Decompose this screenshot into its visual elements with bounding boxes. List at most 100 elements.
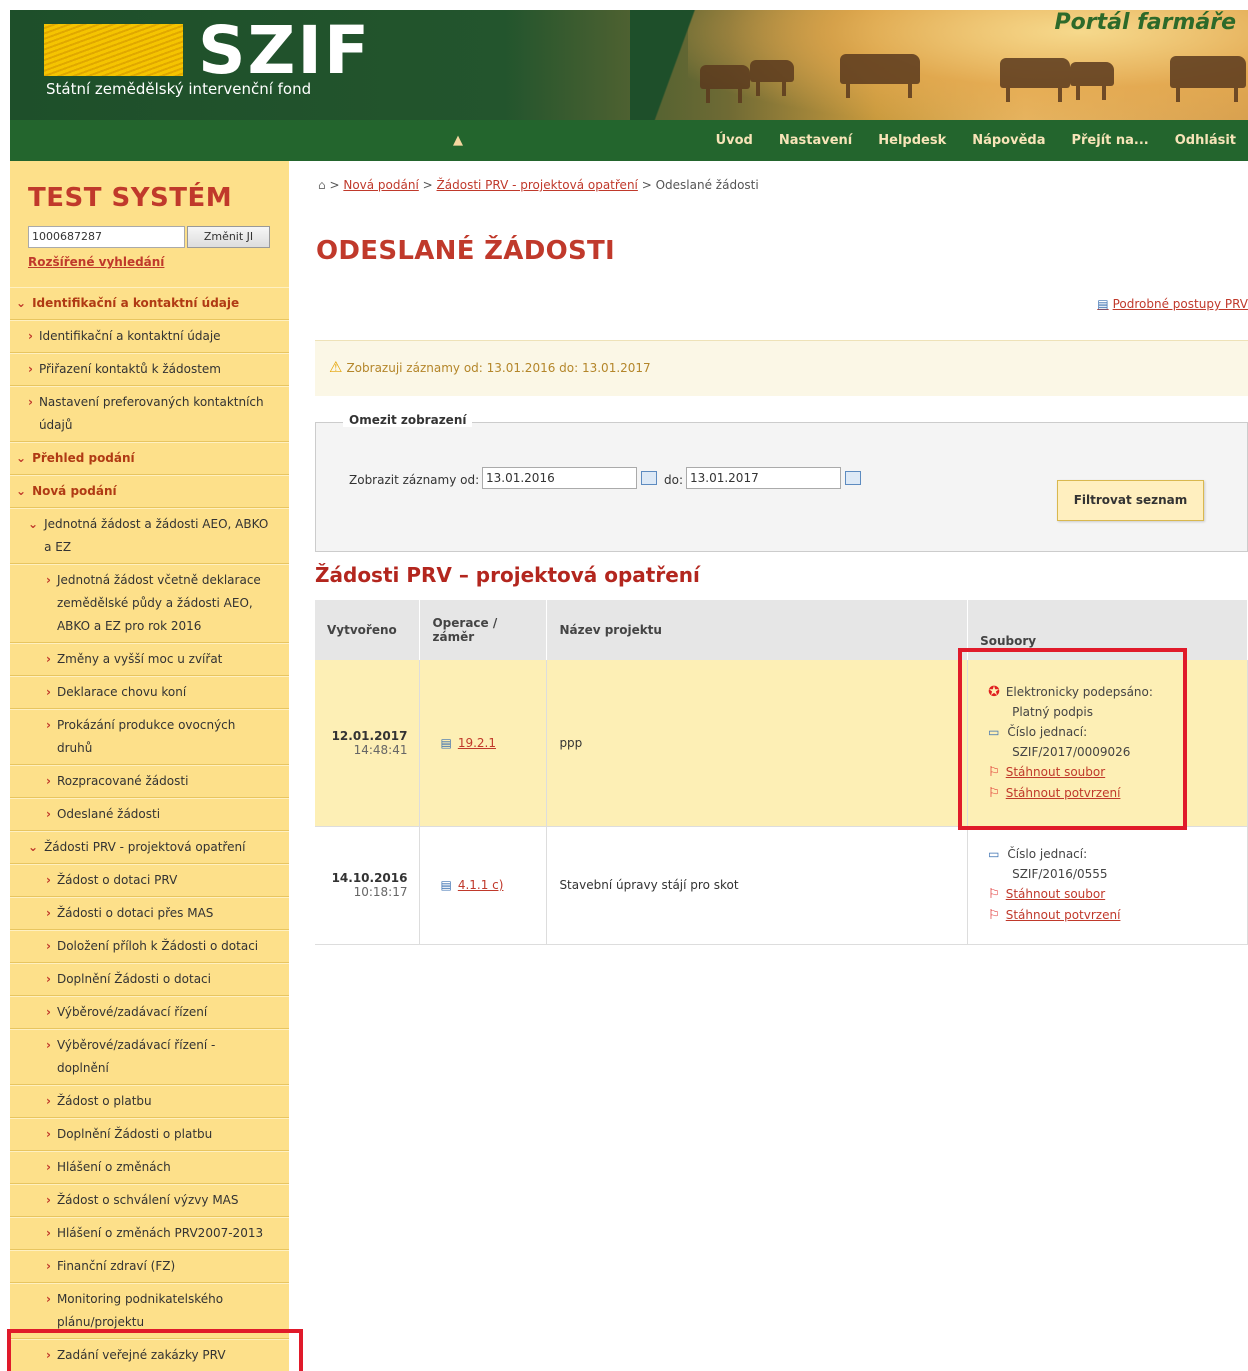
sidebar-item-label: Doplnění Žádosti o platbu [56, 1127, 213, 1141]
sidebar-item[interactable]: › Doplnění Žádosti o platbu [10, 1118, 289, 1151]
chevron-right-icon: › [46, 1160, 51, 1174]
chevron-down-icon: ⌄ [16, 451, 27, 465]
sidebar-item[interactable]: › Rozpracované žádosti [10, 765, 289, 798]
operation-link[interactable]: 19.2.1 [458, 736, 496, 750]
sidebar-item[interactable]: › Žádost o platbu [10, 1085, 289, 1118]
sidebar-item[interactable]: › Hlášení o změnách [10, 1151, 289, 1184]
pdf-icon: ⚐ [988, 908, 1000, 923]
sidebar-item[interactable]: › Výběrové/zadávací řízení - doplnění [10, 1029, 289, 1085]
project-name: Stavební úpravy stájí pro skot [546, 826, 969, 945]
advanced-search-link[interactable]: Rozšířené vyhledání [28, 255, 164, 269]
cow-image [700, 65, 750, 103]
operation-cell: ▤ 19.2.1 [419, 660, 548, 827]
sidebar-item[interactable]: › Hlášení o změnách PRV2007-2013 [10, 1217, 289, 1250]
chevron-right-icon: › [46, 1005, 51, 1019]
chevron-right-icon: › [28, 362, 33, 376]
created-cell: 14.10.2016 10:18:17 [315, 826, 421, 945]
sidebar-item[interactable]: › Žádosti o dotaci přes MAS [10, 897, 289, 930]
cow-image [750, 60, 794, 96]
sidebar-item-label: Žádost o platbu [56, 1094, 152, 1108]
breadcrumb-separator: > [641, 178, 652, 192]
sidebar-item-label: Odeslané žádosti [56, 807, 161, 821]
pdf-icon: ⚐ [988, 887, 1000, 902]
sidebar-item[interactable]: ⌄ Žádosti PRV - projektová opatření [10, 831, 289, 864]
system-title: TEST SYSTÉM [28, 183, 233, 213]
postupy-link[interactable]: ▤ Podrobné postupy PRV [1097, 297, 1248, 311]
chevron-right-icon: › [46, 774, 51, 788]
sidebar-item[interactable]: › Žádost o dotaci PRV [10, 864, 289, 897]
chevron-right-icon: › [46, 1094, 51, 1108]
ref-label: Číslo jednací: [1007, 847, 1088, 861]
sidebar-menu: ⌄ Identifikační a kontaktní údaje › Identif… [10, 287, 289, 1371]
sidebar-item-label: Žádost o dotaci PRV [56, 873, 178, 887]
download-confirm-link[interactable]: Stáhnout potvrzení [1006, 908, 1121, 922]
sidebar-item-label: Identifikační a kontaktní údaje [38, 329, 221, 343]
to-label: do: [664, 473, 684, 487]
calendar-icon[interactable] [845, 471, 861, 485]
sidebar-item[interactable]: › Prokázání produkce ovocných druhů [10, 709, 289, 765]
sidebar-item[interactable]: › Deklarace chovu koní [10, 676, 289, 709]
nav-item-helpdesk[interactable]: Helpdesk [878, 133, 946, 148]
chevron-right-icon: › [46, 939, 51, 953]
breadcrumb-link-nova-podani[interactable]: Nová podání [343, 178, 418, 192]
date-from-input[interactable]: 13.01.2016 [482, 467, 637, 489]
breadcrumb-link-zadosti-prv[interactable]: Žádosti PRV - projektová opatření [437, 178, 638, 192]
sidebar-item-label: Monitoring podnikatelského plánu/projekt… [56, 1292, 224, 1329]
info-message: ⚠ Zobrazuji záznamy od: 13.01.2016 do: 13… [315, 340, 1248, 396]
nav-item-odhlasit[interactable]: Odhlásit [1175, 133, 1236, 148]
operation-cell: ▤ 4.1.1 c) [419, 826, 548, 945]
filter-button[interactable]: Filtrovat seznam [1057, 480, 1204, 521]
sidebar-item-label: Doplnění Žádosti o dotaci [56, 972, 211, 986]
sidebar-item-label: Změny a vyšší moc u zvířat [56, 652, 223, 666]
chevron-right-icon: › [46, 972, 51, 986]
szif-logo-text[interactable]: SZIF [198, 12, 371, 89]
sidebar-item-label: Prokázání produkce ovocných druhů [56, 718, 236, 755]
column-header-operation[interactable]: Operace / záměr [419, 600, 548, 660]
sidebar-item[interactable]: › Nastavení preferovaných kontaktních úda… [10, 386, 289, 442]
sidebar-item-label: Rozpracované žádosti [56, 774, 189, 788]
download-file-link[interactable]: Stáhnout soubor [1006, 887, 1105, 901]
sidebar-item[interactable]: › Přiřazení kontaktů k žádostem [10, 353, 289, 386]
sidebar-item[interactable]: ⌄ Nová podání [10, 475, 289, 508]
date-to-input[interactable]: 13.01.2017 [686, 467, 841, 489]
info-text: Zobrazuji záznamy od: 13.01.2016 do: 13.… [346, 361, 651, 375]
cow-image [1000, 58, 1070, 102]
change-ji-button[interactable]: Změnit JI [187, 226, 270, 248]
sidebar-item[interactable]: › Jednotná žádost včetně deklarace zemědě… [10, 564, 289, 643]
calendar-icon[interactable] [641, 471, 657, 485]
ji-input[interactable]: 1000687287 [28, 226, 185, 248]
chevron-right-icon: › [46, 1193, 51, 1207]
home-icon[interactable]: ▲ [453, 133, 469, 148]
cow-image [840, 54, 920, 98]
breadcrumb-current: Odeslané žádosti [655, 178, 759, 192]
nav-item-uvod[interactable]: Úvod [716, 133, 753, 148]
sidebar: TEST SYSTÉM 1000687287 Změnit JI Rozšíře… [10, 161, 289, 1371]
szif-logo-icon[interactable] [44, 24, 183, 76]
nav-item-nastaveni[interactable]: Nastavení [779, 133, 852, 148]
sidebar-item[interactable]: ⌄ Přehled podání [10, 442, 289, 475]
column-header-name[interactable]: Název projektu [546, 600, 969, 660]
nav-item-prejit-na[interactable]: Přejít na... [1071, 133, 1148, 148]
logo-subtitle: Státní zemědělský intervenční fond [46, 80, 312, 98]
sidebar-item[interactable]: › Finanční zdraví (FZ) [10, 1250, 289, 1283]
sidebar-item[interactable]: › Odeslané žádosti [10, 798, 289, 831]
sidebar-item[interactable]: › Doplnění Žádosti o dotaci [10, 963, 289, 996]
sidebar-item-label: Žádosti o dotaci přes MAS [56, 906, 214, 920]
nav-item-napoveda[interactable]: Nápověda [972, 133, 1045, 148]
project-name: ppp [546, 660, 969, 827]
home-icon[interactable]: ⌂ [318, 178, 326, 192]
sidebar-item[interactable]: › Identifikační a kontaktní údaje [10, 320, 289, 353]
sidebar-item[interactable]: ⌄ Identifikační a kontaktní údaje [10, 287, 289, 320]
sidebar-item-label: Hlášení o změnách PRV2007-2013 [56, 1226, 264, 1240]
sidebar-item[interactable]: › Výběrové/zadávací řízení [10, 996, 289, 1029]
operation-link[interactable]: 4.1.1 c) [458, 878, 504, 892]
created-date: 12.01.2017 [331, 728, 408, 743]
sidebar-item[interactable]: › Doložení příloh k Žádosti o dotaci [10, 930, 289, 963]
highlight-box-sidebar [7, 1329, 303, 1371]
sidebar-item[interactable]: ⌄ Jednotná žádost a žádosti AEO, ABKO a E… [10, 508, 289, 564]
column-header-created[interactable]: Vytvořeno [315, 600, 421, 660]
postupy-label[interactable]: Podrobné postupy PRV [1113, 297, 1248, 311]
sidebar-item[interactable]: › Změny a vyšší moc u zvířat [10, 643, 289, 676]
chevron-down-icon: ⌄ [16, 296, 27, 310]
sidebar-item[interactable]: › Žádost o schválení výzvy MAS [10, 1184, 289, 1217]
